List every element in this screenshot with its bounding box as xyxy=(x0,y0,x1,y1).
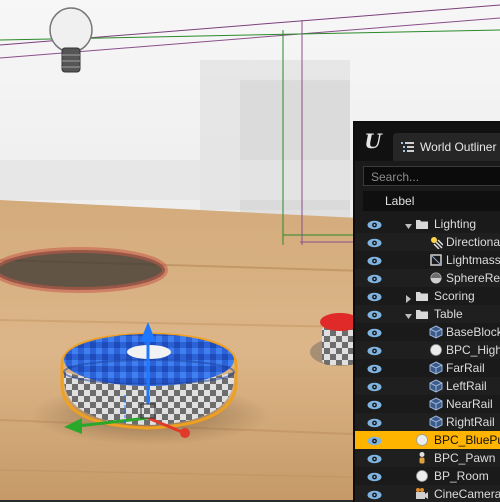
visibility-eye-icon[interactable] xyxy=(367,219,382,230)
outliner-list-icon xyxy=(401,142,414,152)
visibility-eye-icon[interactable] xyxy=(367,453,382,464)
tree-row-label: BPC_Pawn xyxy=(434,451,496,465)
tree-row[interactable]: LeftRail xyxy=(355,377,500,395)
tree-row-label: LeftRail xyxy=(446,379,487,393)
panel-tab-bar: U World Outliner xyxy=(355,123,500,161)
static-mesh-icon xyxy=(429,415,443,429)
directional-light-icon xyxy=(429,235,444,250)
tree-row[interactable]: CineCamera xyxy=(355,485,500,502)
tree-row[interactable]: Directiona xyxy=(355,233,500,251)
collapse-arrow-icon[interactable] xyxy=(405,220,413,229)
visibility-eye-icon[interactable] xyxy=(367,417,382,428)
visibility-eye-icon[interactable] xyxy=(367,273,382,284)
visibility-eye-icon[interactable] xyxy=(367,489,382,500)
visibility-eye-icon[interactable] xyxy=(367,237,382,248)
world-outliner-panel: U World Outliner Search... Label Lightin… xyxy=(353,121,500,502)
tree-row[interactable]: Table xyxy=(355,305,500,323)
unreal-engine-logo: U xyxy=(364,129,382,153)
tab-label: World Outliner xyxy=(420,140,497,154)
visibility-eye-icon[interactable] xyxy=(367,291,382,302)
tree-row[interactable]: Lighting xyxy=(355,215,500,233)
tree-row-label: Lightmass xyxy=(446,253,500,267)
blueprint-sphere-icon xyxy=(429,343,443,357)
tree-row[interactable]: NearRail xyxy=(355,395,500,413)
folder-icon xyxy=(415,217,429,231)
visibility-eye-icon[interactable] xyxy=(367,435,382,446)
tree-row-label: RightRail xyxy=(446,415,495,429)
folder-icon xyxy=(415,307,429,321)
column-header-label[interactable]: Label xyxy=(363,191,500,211)
static-mesh-icon xyxy=(429,325,443,339)
visibility-eye-icon[interactable] xyxy=(367,327,382,338)
search-input[interactable]: Search... xyxy=(363,166,500,186)
search-placeholder: Search... xyxy=(371,170,420,184)
blueprint-sphere-icon xyxy=(415,433,429,447)
visibility-eye-icon[interactable] xyxy=(367,345,382,356)
tree-row[interactable]: BPC_Pawn xyxy=(355,449,500,467)
tree-row[interactable]: Scoring xyxy=(355,287,500,305)
static-mesh-icon xyxy=(429,379,443,393)
sphere-reflection-icon xyxy=(429,271,443,285)
tree-row[interactable]: BaseBlock xyxy=(355,323,500,341)
tree-row[interactable]: BPC_BluePu xyxy=(355,431,500,449)
tab-world-outliner[interactable]: World Outliner xyxy=(393,133,500,161)
tree-row[interactable]: FarRail xyxy=(355,359,500,377)
visibility-eye-icon[interactable] xyxy=(367,471,382,482)
tree-row[interactable]: BPC_High xyxy=(355,341,500,359)
tree-row-label: BP_Room xyxy=(434,469,489,483)
folder-icon xyxy=(415,289,429,303)
tree-row-label: Directiona xyxy=(446,235,500,249)
tree-row[interactable]: RightRail xyxy=(355,413,500,431)
visibility-eye-icon[interactable] xyxy=(367,255,382,266)
column-header-text: Label xyxy=(385,194,415,208)
static-mesh-icon xyxy=(429,361,443,375)
tree-row-label: BaseBlock xyxy=(446,325,500,339)
tree-row[interactable]: SphereRef xyxy=(355,269,500,287)
visibility-eye-icon[interactable] xyxy=(367,363,382,374)
tree-row-label: BPC_BluePu xyxy=(434,433,500,447)
expand-arrow-icon[interactable] xyxy=(405,292,413,303)
visibility-eye-icon[interactable] xyxy=(367,399,382,410)
static-mesh-icon xyxy=(429,397,443,411)
tree-row[interactable]: BP_Room xyxy=(355,467,500,485)
collapse-arrow-icon[interactable] xyxy=(405,310,413,319)
tree-row-label: CineCamera xyxy=(434,487,500,501)
tree-row-label: NearRail xyxy=(446,397,493,411)
visibility-eye-icon[interactable] xyxy=(367,309,382,320)
visibility-eye-icon[interactable] xyxy=(367,381,382,392)
cine-camera-icon xyxy=(415,487,429,501)
lightmass-volume-icon xyxy=(429,253,443,267)
tree-row-label: SphereRef xyxy=(446,271,500,285)
tree-row[interactable]: Lightmass xyxy=(355,251,500,269)
pawn-icon xyxy=(415,451,429,465)
tree-row-label: Scoring xyxy=(434,289,475,303)
tree-row-label: Lighting xyxy=(434,217,477,231)
blueprint-sphere-icon xyxy=(415,469,429,483)
tree-row-label: BPC_High xyxy=(446,343,500,357)
tree-row-label: FarRail xyxy=(446,361,485,375)
tree-row-label: Table xyxy=(434,307,463,321)
